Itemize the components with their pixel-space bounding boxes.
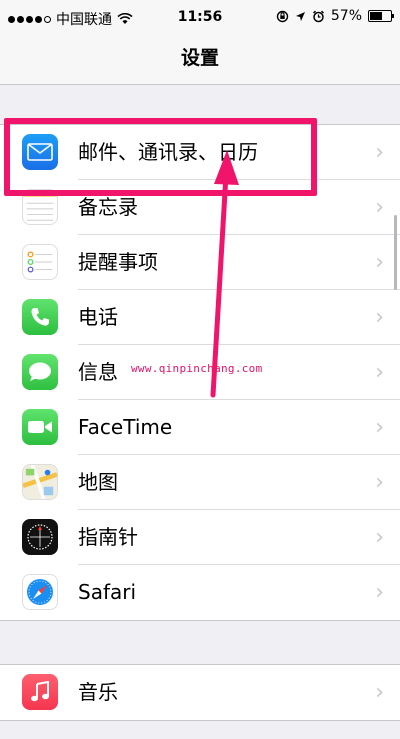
annotation-arrow-icon [210, 150, 239, 398]
